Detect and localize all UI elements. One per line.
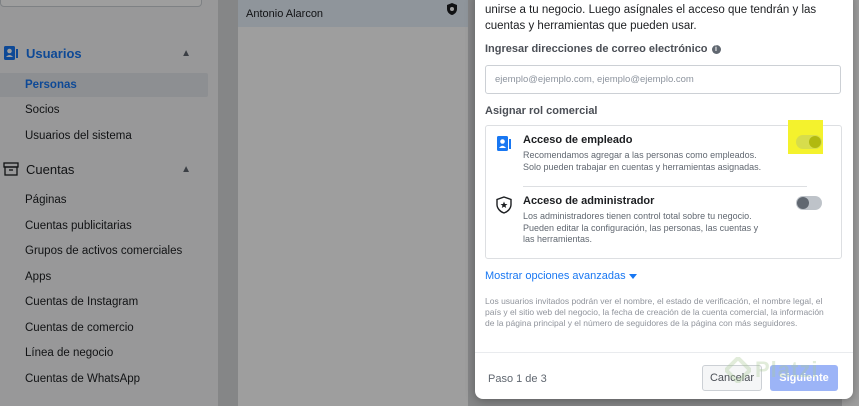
email-input[interactable] — [485, 65, 841, 94]
show-advanced-options-link[interactable]: Mostrar opciones avanzadas — [485, 270, 637, 282]
add-people-dialog: unirse a tu negocio. Luego asígnales el … — [475, 0, 853, 399]
privacy-disclaimer: Los usuarios invitados podrán ver el nom… — [485, 296, 824, 328]
info-icon[interactable]: i — [711, 44, 721, 54]
email-label-text: Ingresar direcciones de correo electróni… — [485, 43, 708, 55]
admin-access-toggle[interactable] — [796, 196, 822, 210]
cancel-button[interactable]: Cancelar — [702, 365, 762, 391]
step-indicator: Paso 1 de 3 — [488, 373, 547, 385]
caret-down-icon — [628, 273, 637, 279]
role-title: Acceso de administrador — [523, 195, 655, 207]
admin-shield-icon — [496, 196, 514, 214]
advanced-link-text: Mostrar opciones avanzadas — [485, 270, 626, 282]
employee-badge-icon — [496, 135, 514, 153]
footer-divider — [475, 352, 853, 353]
role-title: Acceso de empleado — [523, 134, 633, 146]
dialog-intro-text: unirse a tu negocio. Luego asígnales el … — [485, 4, 817, 32]
role-description: Los administradores tienen control total… — [523, 211, 759, 244]
toggle-knob — [809, 136, 821, 148]
role-option-admin[interactable]: Acceso de administrador Los administrado… — [486, 187, 841, 257]
role-section-label: Asignar rol comercial — [485, 105, 598, 117]
role-description: Recomendamos agregar a las personas como… — [523, 150, 762, 172]
next-button[interactable]: Siguiente — [770, 365, 838, 391]
toggle-knob — [797, 197, 809, 209]
email-field-label: Ingresar direcciones de correo electróni… — [485, 43, 721, 55]
employee-access-toggle[interactable] — [796, 135, 822, 149]
